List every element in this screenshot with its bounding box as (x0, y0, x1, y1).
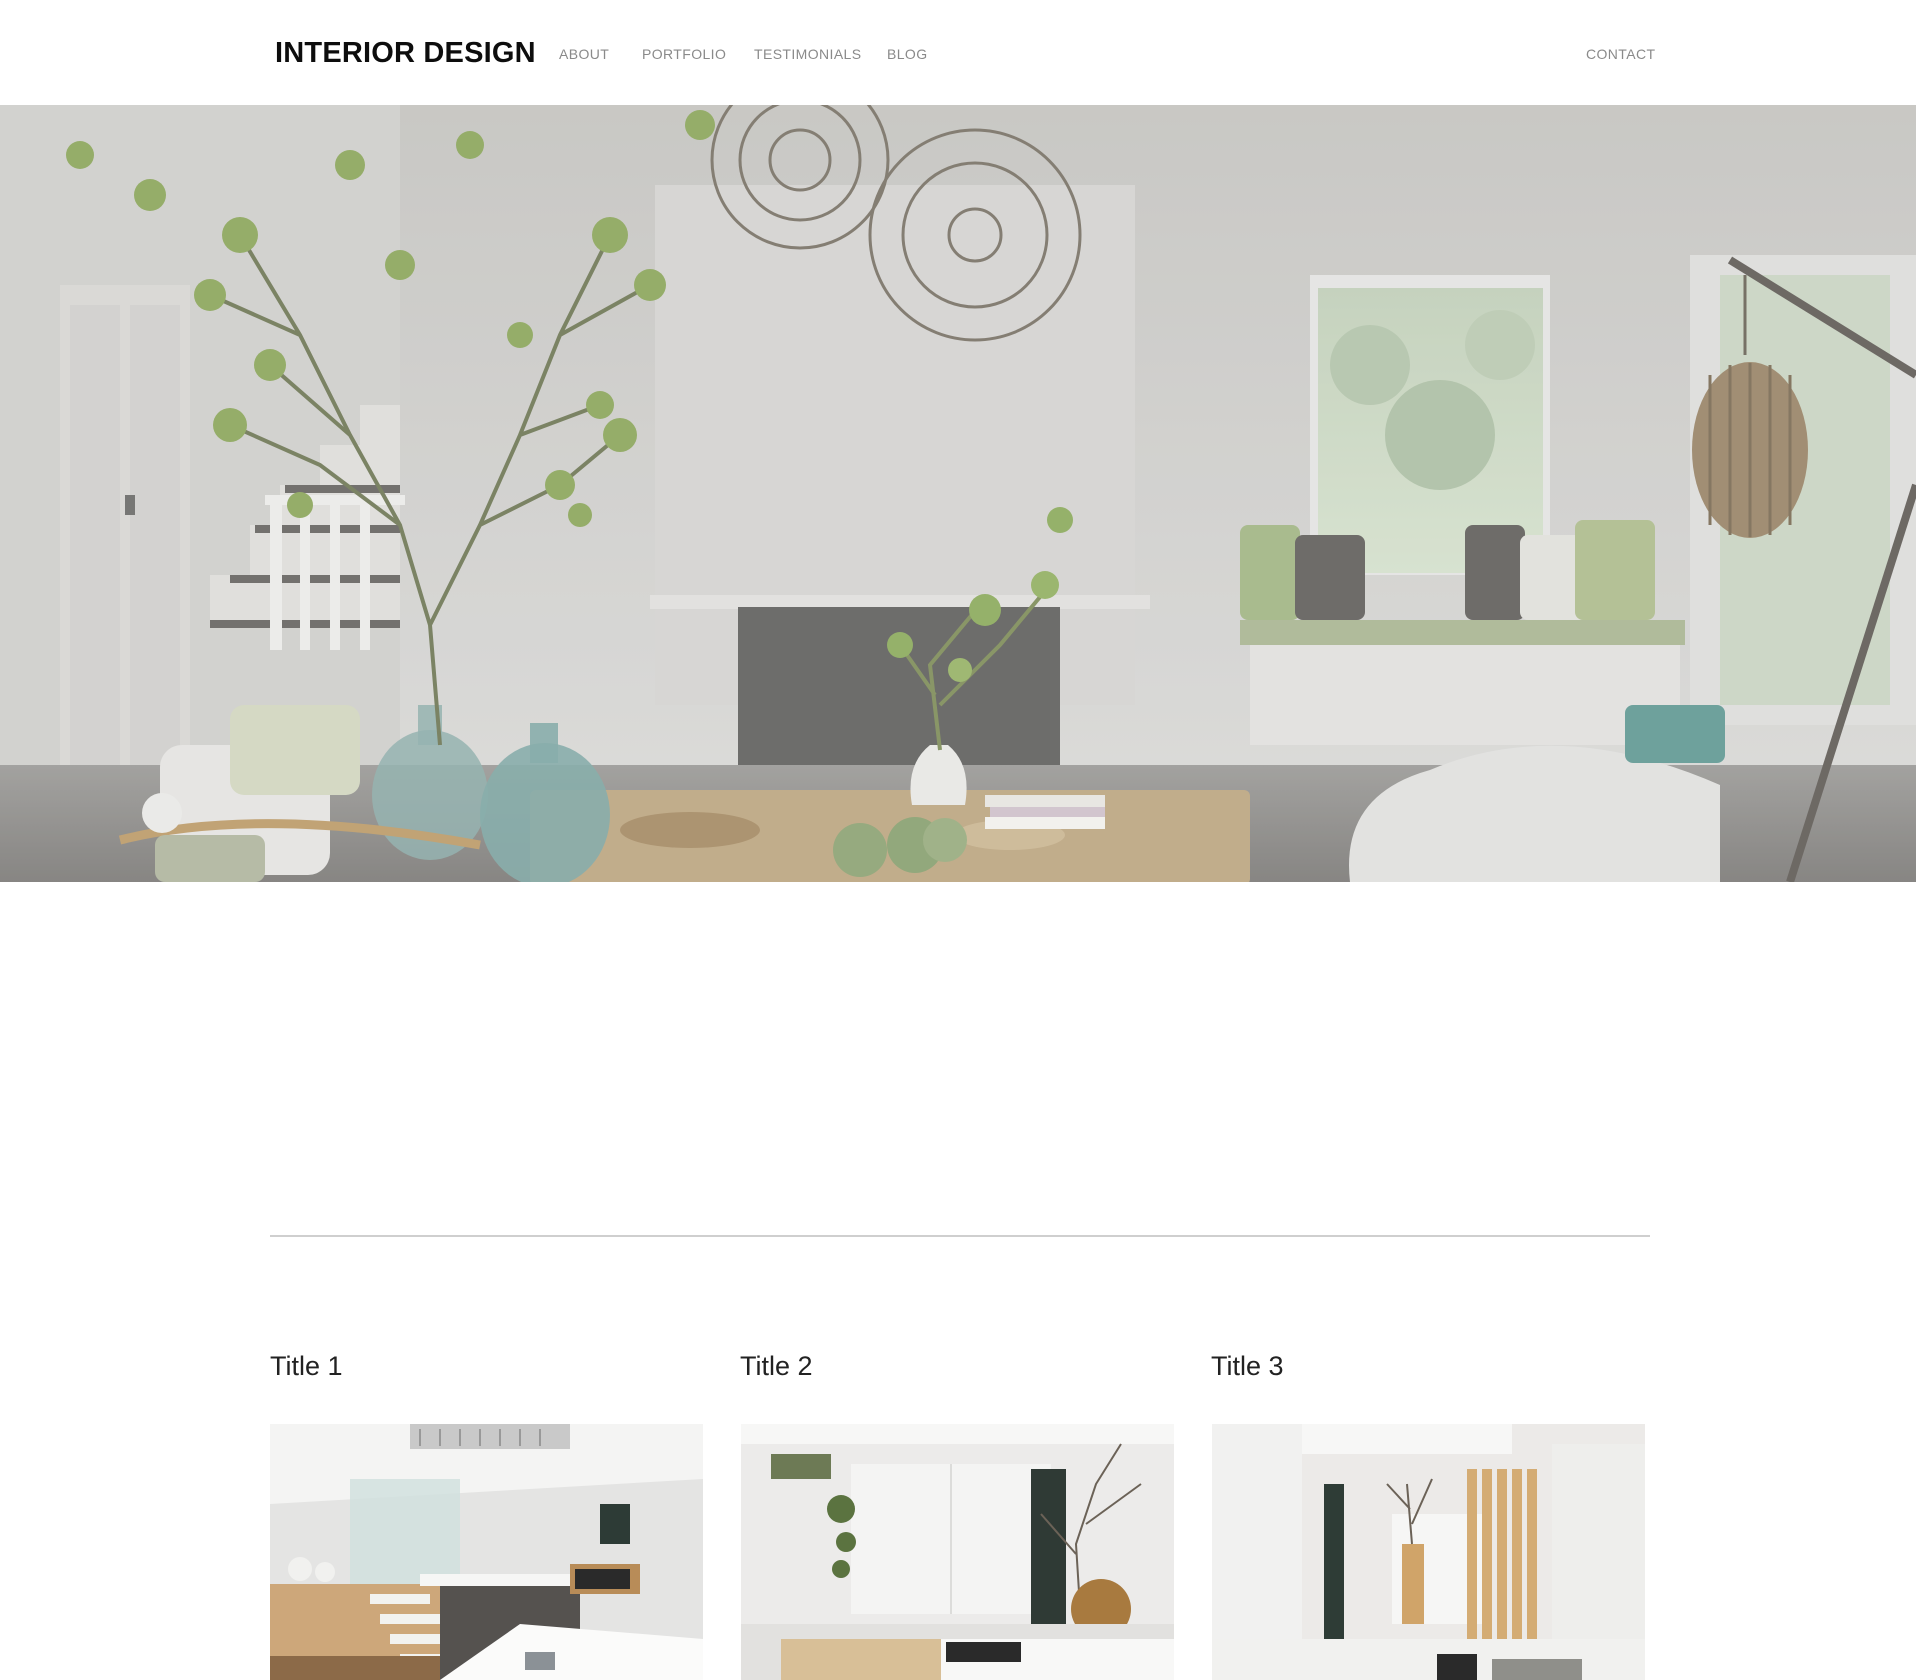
card-image-1[interactable] (270, 1424, 703, 1680)
nav-about[interactable]: ABOUT (559, 46, 609, 62)
card-image-2[interactable] (741, 1424, 1174, 1680)
card-title-2: Title 2 (740, 1351, 813, 1381)
hero-living-room-illustration (0, 105, 1916, 882)
site-logo[interactable]: INTERIOR DESIGN (275, 36, 536, 70)
corridor-slat-divider-illustration (1212, 1424, 1645, 1680)
card-title-1: Title 1 (270, 1351, 343, 1381)
nav-testimonials[interactable]: TESTIMONIALS (754, 46, 861, 62)
site-header: INTERIOR DESIGN ABOUT PORTFOLIO TESTIMON… (0, 0, 1916, 105)
card-image-3[interactable] (1212, 1424, 1645, 1680)
entry-hall-illustration (741, 1424, 1174, 1680)
section-divider (270, 1235, 1650, 1237)
nav-contact[interactable]: CONTACT (1586, 46, 1655, 62)
nav-portfolio[interactable]: PORTFOLIO (642, 46, 726, 62)
card-title-3: Title 3 (1211, 1351, 1284, 1381)
hero-image (0, 105, 1916, 882)
kitchen-stairs-illustration (270, 1424, 703, 1680)
nav-blog[interactable]: BLOG (887, 46, 928, 62)
